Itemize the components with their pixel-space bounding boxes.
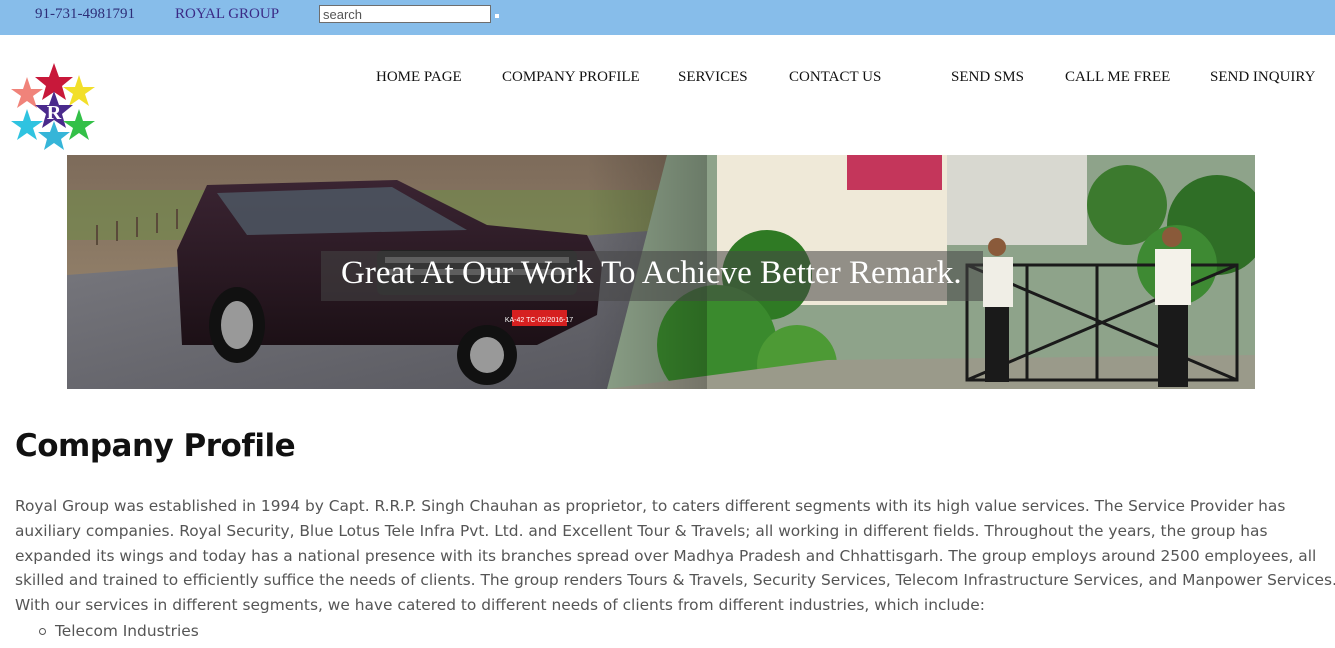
search-submit[interactable]	[495, 14, 499, 18]
list-item: Telecom Industries	[15, 619, 199, 644]
hero-caption: Great At Our Work To Achieve Better Rema…	[341, 255, 962, 291]
search-input[interactable]	[319, 5, 491, 23]
page-title: Company Profile	[15, 428, 296, 464]
guard-right-image	[1155, 227, 1191, 387]
hero-banner: KA-42 TC-02/2016-17 Great At Our Work To…	[67, 155, 1255, 389]
hero-caption-box: Great At Our Work To Achieve Better Rema…	[321, 251, 983, 301]
nav-contact-us[interactable]: CONTACT US	[789, 69, 881, 86]
license-plate: KA-42 TC-02/2016-17	[505, 317, 573, 324]
nav-services[interactable]: SERVICES	[678, 69, 748, 86]
nav-company-profile[interactable]: COMPANY PROFILE	[502, 69, 640, 86]
main-nav: HOME PAGE COMPANY PROFILE SERVICES CONTA…	[0, 69, 1335, 89]
brand-name: ROYAL GROUP	[175, 6, 280, 22]
nav-home-page[interactable]: HOME PAGE	[376, 69, 462, 86]
top-bar: 91-731-4981791 ROYAL GROUP	[0, 0, 1335, 35]
guard-left-image	[983, 238, 1013, 382]
nav-send-sms[interactable]: SEND SMS	[951, 69, 1024, 86]
phone-number: 91-731-4981791	[35, 6, 135, 22]
company-description: Royal Group was established in 1994 by C…	[15, 497, 1335, 615]
logo-letter: R	[47, 102, 62, 124]
nav-call-me-free[interactable]: CALL ME FREE	[1065, 69, 1170, 86]
nav-send-inquiry[interactable]: SEND INQUIRY	[1210, 69, 1315, 86]
industries-list: Telecom Industries	[15, 619, 199, 644]
